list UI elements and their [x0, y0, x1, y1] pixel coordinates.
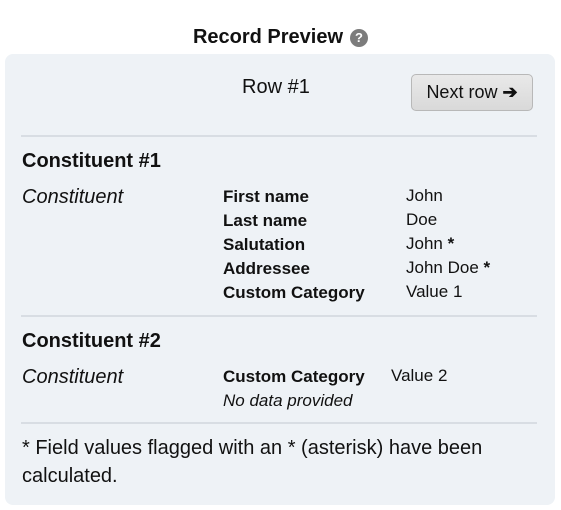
field-name: Addressee	[223, 259, 310, 278]
record-type-label: Constituent	[22, 186, 124, 208]
divider	[21, 135, 537, 137]
field-value-text: Value 2	[391, 366, 448, 385]
record-heading: Constituent #1	[22, 150, 161, 172]
field-value-text: John	[406, 186, 443, 205]
field-value-text: John Doe	[406, 258, 479, 277]
record-type-label: Constituent	[22, 366, 124, 388]
field-value: John Doe *	[406, 258, 490, 278]
field-name: Custom Category	[223, 367, 365, 386]
next-row-button[interactable]: Next row ➔	[411, 74, 533, 111]
field-value: Value 2	[391, 366, 447, 386]
field-name: Last name	[223, 211, 308, 230]
field-value-text: Doe	[406, 210, 438, 229]
row-number-label: Row #1	[242, 76, 310, 98]
page-title: Record Preview	[192, 26, 344, 48]
field-name: First name	[223, 187, 309, 206]
field-name: Salutation	[223, 235, 306, 254]
record-preview-header: Record Preview ?	[0, 26, 561, 49]
help-icon[interactable]: ?	[350, 28, 369, 47]
field-value: Value 1	[406, 282, 462, 302]
no-data-note: No data provided	[223, 391, 353, 410]
record-preview-panel: Row #1 Next row ➔ Constituent #1 Constit…	[5, 54, 555, 505]
record-heading: Constituent #2	[22, 330, 161, 352]
field-value: Doe	[406, 210, 437, 230]
next-row-label: Next row	[426, 82, 498, 102]
calculated-footnote: * Field values flagged with an * (asteri…	[22, 437, 483, 487]
field-value: John	[406, 186, 443, 206]
field-name: Custom Category	[223, 283, 365, 302]
divider	[21, 315, 537, 317]
field-value: John *	[406, 234, 454, 254]
field-value-text: John	[406, 234, 443, 253]
field-value-text: Value 1	[406, 282, 463, 301]
divider	[21, 422, 537, 424]
arrow-right-icon: ➔	[502, 82, 518, 102]
calculated-flag: *	[483, 258, 491, 277]
calculated-flag: *	[447, 234, 455, 253]
